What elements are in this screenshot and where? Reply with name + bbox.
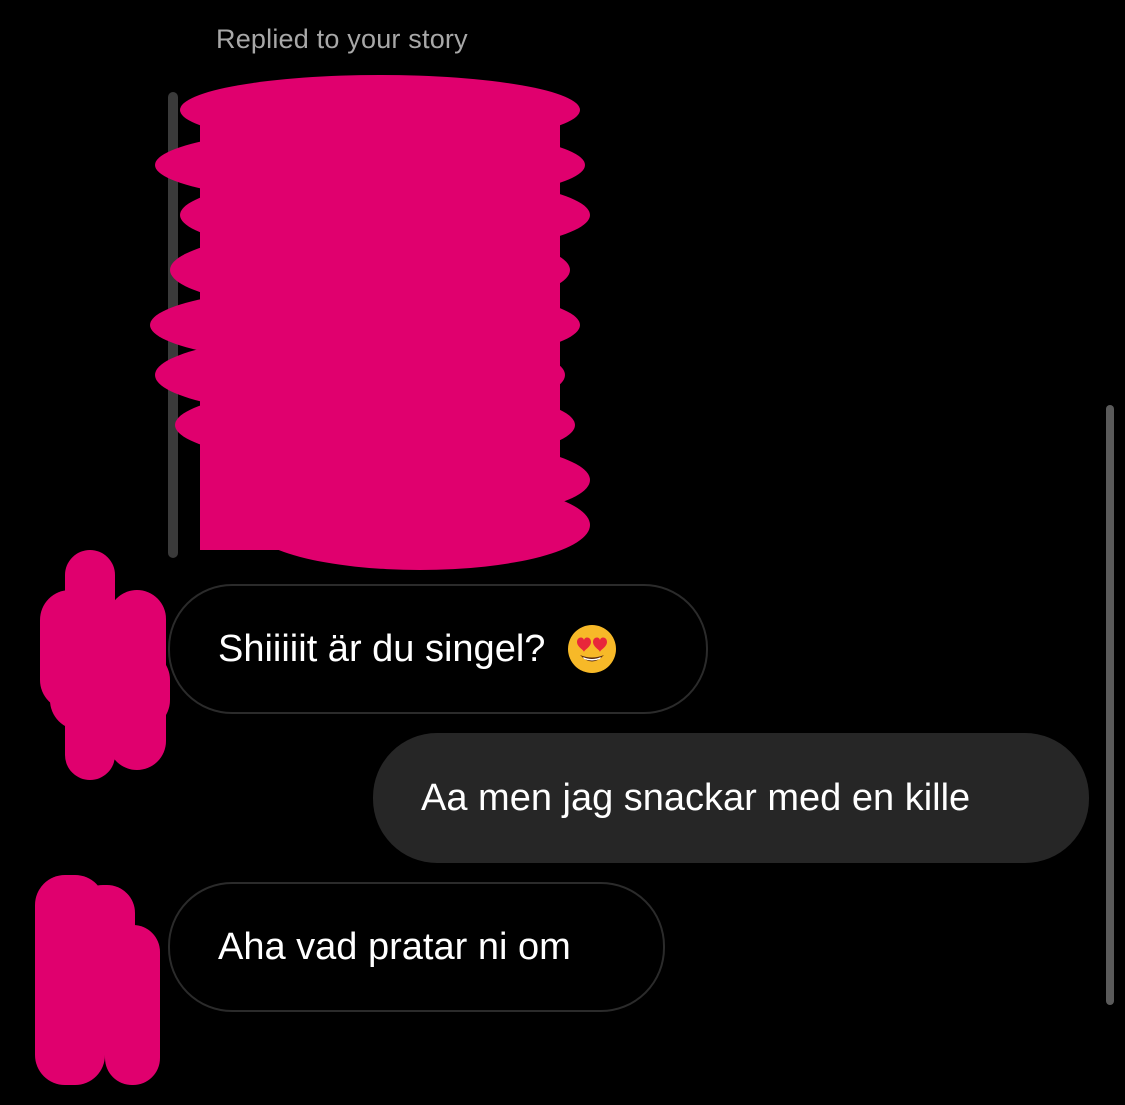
message-text: Aha vad pratar ni om xyxy=(218,926,571,968)
message-text: Shiiiiit är du singel? xyxy=(218,628,546,670)
message-text: Aa men jag snackar med en kille xyxy=(421,777,971,819)
replied-to-story-label: Replied to your story xyxy=(216,24,468,54)
sender-avatar-redacted xyxy=(40,550,170,780)
story-preview-redacted[interactable] xyxy=(130,70,620,600)
message-bubble-incoming[interactable]: Shiiiiit är du singel? xyxy=(168,584,708,714)
scrollbar[interactable] xyxy=(1106,405,1114,1005)
message-bubble-incoming[interactable]: Aha vad pratar ni om xyxy=(168,882,665,1012)
sender-avatar-redacted xyxy=(35,875,160,1085)
smiling-face-with-heart-eyes-icon xyxy=(568,625,617,673)
message-bubble-outgoing[interactable]: Aa men jag snackar med en kille xyxy=(373,733,1089,863)
